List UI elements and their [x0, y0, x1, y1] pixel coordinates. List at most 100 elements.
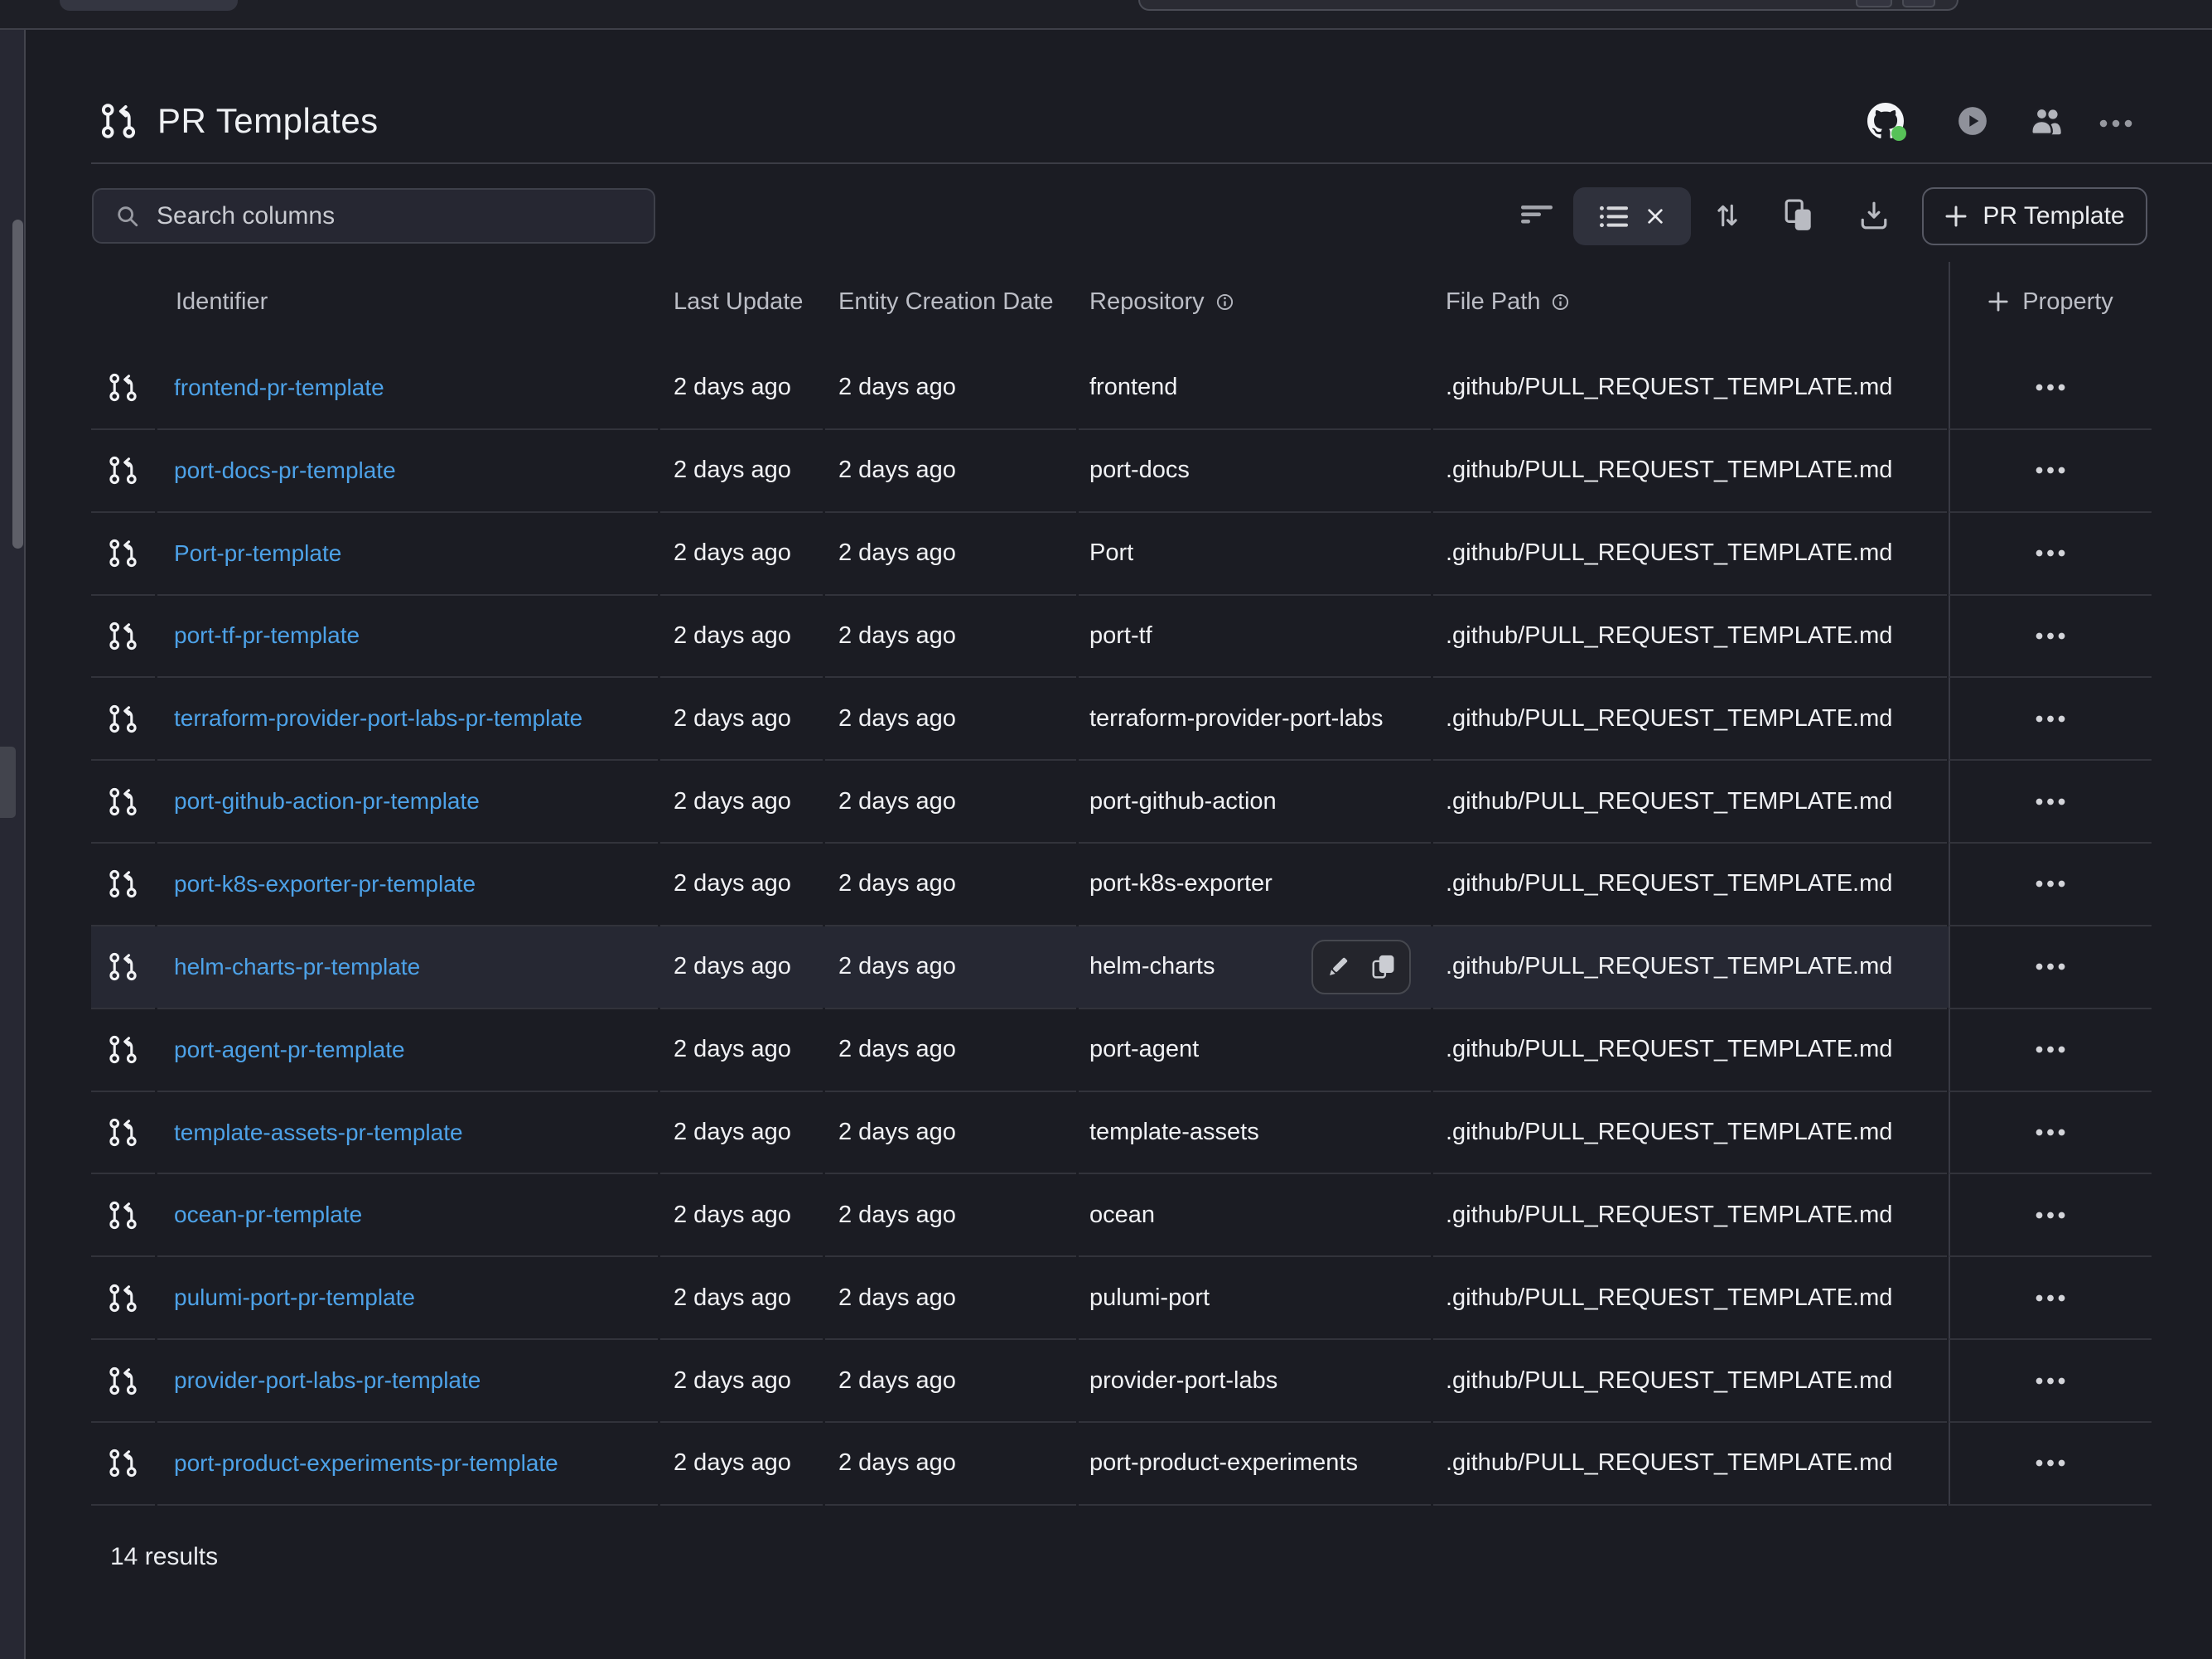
scrollbar-thumb[interactable] [12, 220, 23, 549]
list-view-button[interactable] [1600, 206, 1628, 228]
identifier-link[interactable]: port-github-action-pr-template [174, 788, 480, 815]
github-integration-button[interactable] [1867, 103, 1904, 139]
property-cell [1949, 430, 2152, 513]
last-update-cell: 2 days ago [660, 347, 823, 430]
entity-creation-date-cell: 2 days ago [825, 1423, 1076, 1506]
identifier-link[interactable]: port-agent-pr-template [174, 1037, 405, 1063]
row-more-button[interactable] [2023, 1451, 2078, 1475]
browser-tab-stub[interactable] [60, 0, 238, 11]
property-cell [1949, 926, 2152, 1009]
repository-value: pulumi-port [1089, 1284, 1210, 1312]
row-more-button[interactable] [2023, 458, 2078, 482]
add-pr-template-label: PR Template [1983, 202, 2124, 230]
table-body: frontend-pr-template 2 days ago 2 days a… [91, 347, 2152, 1506]
file-path-cell: .github/PULL_REQUEST_TEMPLATE.md [1433, 1340, 1947, 1423]
export-button[interactable] [1859, 201, 1889, 230]
row-more-button[interactable] [2023, 1203, 2078, 1227]
file-path-value: .github/PULL_REQUEST_TEMPLATE.md [1446, 1202, 1892, 1229]
filter-button[interactable] [1521, 206, 1553, 224]
entity-creation-date-value: 2 days ago [838, 788, 956, 815]
search-columns-input[interactable] [155, 201, 622, 231]
row-more-button[interactable] [2023, 624, 2078, 648]
add-pr-template-button[interactable]: PR Template [1922, 187, 2147, 245]
identifier-cell: port-github-action-pr-template [157, 761, 658, 844]
identifier-cell: frontend-pr-template [157, 347, 658, 430]
row-more-button[interactable] [2023, 872, 2078, 896]
ellipsis-icon [2035, 1377, 2066, 1385]
ellipsis-icon [2035, 384, 2066, 391]
repository-cell: frontend [1079, 347, 1431, 430]
entity-creation-date-value: 2 days ago [838, 622, 956, 650]
property-cell [1949, 1092, 2152, 1175]
row-more-button[interactable] [2023, 375, 2078, 399]
identifier-link[interactable]: ocean-pr-template [174, 1202, 362, 1228]
add-property-button[interactable]: Property [1949, 256, 2152, 347]
row-more-button[interactable] [2023, 955, 2078, 979]
repository-cell: port-tf [1079, 596, 1431, 679]
copy-icon[interactable] [1372, 954, 1397, 980]
repository-cell: port-docs [1079, 430, 1431, 513]
identifier-link[interactable]: template-assets-pr-template [174, 1120, 463, 1146]
identifier-cell: pulumi-port-pr-template [157, 1257, 658, 1340]
clear-view-button[interactable] [1646, 207, 1664, 225]
row-more-button[interactable] [2023, 707, 2078, 731]
entity-creation-date-cell: 2 days ago [825, 513, 1076, 596]
identifier-link[interactable]: provider-port-labs-pr-template [174, 1367, 481, 1394]
row-pr-icon-cell [91, 761, 155, 844]
file-path-value: .github/PULL_REQUEST_TEMPLATE.md [1446, 953, 1892, 980]
identifier-link[interactable]: port-product-experiments-pr-template [174, 1450, 558, 1477]
last-update-cell: 2 days ago [660, 430, 823, 513]
pull-request-icon [108, 538, 138, 568]
file-path-cell: .github/PULL_REQUEST_TEMPLATE.md [1433, 1257, 1947, 1340]
page-more-button[interactable] [2098, 117, 2134, 125]
repository-value: port-product-experiments [1089, 1449, 1358, 1477]
sort-button[interactable] [1713, 201, 1741, 230]
identifier-link[interactable]: terraform-provider-port-labs-pr-template [174, 705, 582, 732]
identifier-cell: template-assets-pr-template [157, 1092, 658, 1175]
ellipsis-icon [2035, 467, 2066, 474]
file-path-cell: .github/PULL_REQUEST_TEMPLATE.md [1433, 1423, 1947, 1506]
repository-value: port-agent [1089, 1036, 1199, 1063]
edit-icon[interactable] [1326, 954, 1350, 980]
row-more-button[interactable] [2023, 1120, 2078, 1144]
ellipsis-icon [2035, 880, 2066, 888]
run-button[interactable] [1957, 105, 1988, 137]
identifier-link[interactable]: helm-charts-pr-template [174, 954, 420, 980]
identifier-link[interactable]: frontend-pr-template [174, 375, 384, 401]
keycap-hint [1902, 0, 1935, 7]
identifier-link[interactable]: Port-pr-template [174, 540, 341, 567]
property-cell [1949, 347, 2152, 430]
identifier-link[interactable]: port-docs-pr-template [174, 457, 396, 484]
ellipsis-icon [2035, 715, 2066, 723]
last-update-value: 2 days ago [674, 788, 791, 815]
row-more-button[interactable] [2023, 1369, 2078, 1393]
table-row: template-assets-pr-template 2 days ago 2… [91, 1092, 2152, 1175]
row-pr-icon-cell [91, 678, 155, 761]
identifier-link[interactable]: port-tf-pr-template [174, 622, 360, 649]
property-cell [1949, 1257, 2152, 1340]
view-toggle-group [1573, 187, 1691, 245]
members-button[interactable] [2028, 103, 2065, 139]
rail-active-item[interactable] [0, 747, 16, 818]
online-status-dot [1891, 126, 1906, 141]
file-path-cell: .github/PULL_REQUEST_TEMPLATE.md [1433, 430, 1947, 513]
pull-request-icon [108, 868, 138, 899]
repository-value: provider-port-labs [1089, 1367, 1277, 1395]
identifier-cell: helm-charts-pr-template [157, 926, 658, 1009]
row-more-button[interactable] [2023, 790, 2078, 814]
identifier-link[interactable]: pulumi-port-pr-template [174, 1284, 415, 1311]
row-more-button[interactable] [2023, 1037, 2078, 1062]
file-path-cell: .github/PULL_REQUEST_TEMPLATE.md [1433, 761, 1947, 844]
last-update-cell: 2 days ago [660, 1423, 823, 1506]
last-update-cell: 2 days ago [660, 678, 823, 761]
identifier-link[interactable]: port-k8s-exporter-pr-template [174, 871, 476, 897]
table-row: Port-pr-template 2 days ago 2 days ago P… [91, 513, 2152, 596]
omnibox-search-pill[interactable] [1138, 0, 1958, 11]
ellipsis-icon [2035, 632, 2066, 640]
entity-creation-date-cell: 2 days ago [825, 596, 1076, 679]
table-row: port-docs-pr-template 2 days ago 2 days … [91, 430, 2152, 513]
file-path-cell: .github/PULL_REQUEST_TEMPLATE.md [1433, 347, 1947, 430]
copy-button[interactable] [1785, 199, 1814, 232]
row-more-button[interactable] [2023, 541, 2078, 565]
row-more-button[interactable] [2023, 1286, 2078, 1310]
